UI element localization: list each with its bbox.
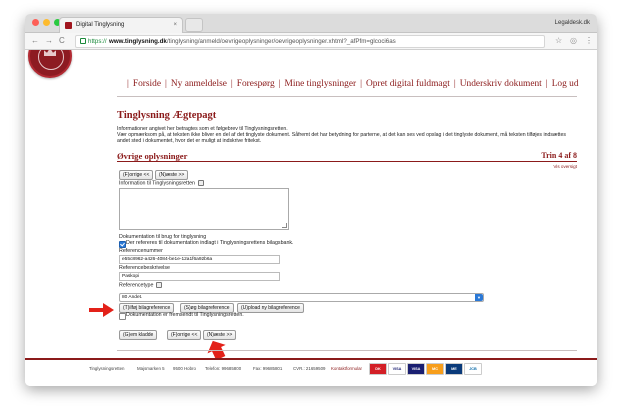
address-toolbar: ← → C https:// www.tinglysning.dk/tingly… xyxy=(25,33,597,50)
intro-line-2: Vær opmærksom på, at teksten ikke bliver… xyxy=(117,132,566,144)
nav-item-foresporg[interactable]: Forespørg xyxy=(237,79,275,89)
upload-reference-button[interactable]: (U)pload ny bilagreference xyxy=(237,303,304,313)
ref-bilagsbank-label: Der refereres til dokumentation indlagt … xyxy=(126,240,294,246)
nav-item-ny-anmeldelse[interactable]: Ny anmeldelse xyxy=(171,79,227,89)
tinglysningsretten-logo[interactable] xyxy=(28,50,72,78)
info-textarea[interactable] xyxy=(119,188,289,230)
visa-electron-icon: VISA xyxy=(407,363,425,375)
step-indicator: Trin 4 af 8 xyxy=(541,151,577,160)
footer-fax: Fax: 99685801 xyxy=(253,366,283,371)
dankort-icon: DK xyxy=(369,363,387,375)
footer-city: 9500 Hobro xyxy=(173,366,196,371)
nav-separator: | xyxy=(165,79,167,89)
ref-desc-field[interactable]: Paskopi xyxy=(119,272,280,281)
footer-phone: Telefon: 99685800 xyxy=(205,366,242,371)
ref-type-value: 80 Andet. xyxy=(122,295,143,300)
nav-item-opret-fuldmagt[interactable]: Opret digital fuldmagt xyxy=(366,79,450,89)
nav-item-log-ud[interactable]: Log ud xyxy=(552,79,579,89)
favicon-icon xyxy=(65,22,72,29)
doc-sent-checkbox[interactable] xyxy=(119,313,126,320)
footer-org: Tinglysningsretten xyxy=(89,366,125,371)
ref-type-label-text: Referencetype xyxy=(119,282,154,289)
lock-icon xyxy=(80,38,86,44)
intro-text: Informationer angivet her betragtes som … xyxy=(117,126,577,144)
previous-button[interactable]: (F)orrige << xyxy=(119,170,154,180)
url-text: www.tinglysning.dk/tinglysning/anmeld/oe… xyxy=(109,36,396,47)
minimize-window-button[interactable] xyxy=(43,19,50,26)
browser-menu-icon[interactable]: ⋮ xyxy=(585,33,593,49)
help-icon[interactable] xyxy=(197,180,204,186)
nav-separator: | xyxy=(278,79,281,89)
footer-bar xyxy=(25,358,597,360)
red-arrow-shape xyxy=(89,303,114,317)
footer-cvr: CVR.: 21659509 xyxy=(293,366,326,371)
resize-handle-icon[interactable] xyxy=(282,223,287,228)
info-label-text: Information til Tinglysningsretten xyxy=(119,180,195,187)
close-window-button[interactable] xyxy=(32,19,39,26)
ref-number-label-text: Referencenummer xyxy=(119,248,163,254)
info-label: Information til Tinglysningsretten xyxy=(119,180,204,186)
url-host: www.tinglysning.dk xyxy=(109,38,167,45)
content-divider xyxy=(117,350,577,351)
previous-button-bottom[interactable]: (F)orrige << xyxy=(167,330,202,340)
tab-title: Digital Tinglysning xyxy=(76,22,125,28)
page-title: Tinglysning Ægtepagt xyxy=(117,110,217,121)
footer-address: Majsmarken 5 xyxy=(137,366,165,371)
select-chevron-icon: ▼ xyxy=(475,294,483,301)
maestro-icon: ME xyxy=(445,363,463,375)
site-footer: Tinglysningsretten Majsmarken 5 9500 Hob… xyxy=(25,362,597,376)
section-divider xyxy=(117,161,577,162)
ref-bilagsbank-checkbox[interactable] xyxy=(119,241,126,248)
nav-separator: | xyxy=(453,79,456,89)
ref-type-label: Referencetype xyxy=(119,282,163,289)
nav-item-underskriv-dokument[interactable]: Underskriv dokument xyxy=(460,79,542,89)
nav-separator: | xyxy=(127,79,129,89)
mastercard-icon: MC xyxy=(426,363,444,375)
page-content: | Forside | Ny anmeldelse | Forespørg | Mine ti… xyxy=(25,50,597,386)
extension-icon[interactable]: ◎ xyxy=(570,33,577,49)
nav-separator: | xyxy=(360,79,363,89)
nav-separator: | xyxy=(230,79,233,89)
nav-separator: | xyxy=(545,79,548,89)
ref-type-select[interactable]: 80 Andet. ▼ xyxy=(119,293,484,302)
nav-item-mine-tinglysninger[interactable]: Mine tinglysninger xyxy=(285,79,357,89)
footer-contact-link[interactable]: Kontaktformular xyxy=(331,366,362,371)
visa-icon: VISA xyxy=(388,363,406,375)
next-button-bottom[interactable]: (N)æste >> xyxy=(203,330,237,340)
overview-link[interactable]: Vis oversigt xyxy=(553,164,577,169)
browser-tab[interactable]: Digital Tinglysning × xyxy=(59,17,183,33)
ref-desc-label: Referencebeskrivelse xyxy=(119,265,170,271)
doc-sent-label: Dokumentation er fremsendt til Tinglysni… xyxy=(126,312,244,318)
top-navigation: | Forside | Ny anmeldelse | Forespørg | Mine ti… xyxy=(123,79,579,89)
browser-window: Digital Tinglysning × Legaldesk.dk ← → C… xyxy=(25,14,597,386)
ref-number-label: Referencenummer xyxy=(119,248,163,254)
back-arrow-icon[interactable]: ← xyxy=(31,33,39,49)
nav-item-forside[interactable]: Forside xyxy=(133,79,161,89)
help-icon[interactable] xyxy=(156,282,163,288)
nav-divider xyxy=(117,96,577,97)
url-bar[interactable]: https:// www.tinglysning.dk/tinglysning/… xyxy=(75,35,545,48)
red-arrow-icon xyxy=(89,303,114,317)
url-path: /tinglysning/anmeld/oevrigeoplysninger/o… xyxy=(166,38,396,45)
save-draft-button[interactable]: (G)em kladde xyxy=(119,330,158,340)
ref-number-field[interactable]: e55c8962-a426-4084-be1e-12a1f6a92b6a xyxy=(119,255,280,264)
reload-icon[interactable]: C xyxy=(59,33,65,49)
tab-close-icon[interactable]: × xyxy=(173,18,177,33)
forward-arrow-icon[interactable]: → xyxy=(45,33,53,49)
bookmark-star-icon[interactable]: ☆ xyxy=(555,33,562,49)
next-button[interactable]: (N)æste >> xyxy=(155,170,189,180)
tab-bar: Digital Tinglysning × Legaldesk.dk xyxy=(25,14,597,33)
jcb-icon: JCB xyxy=(464,363,482,375)
new-tab-button[interactable] xyxy=(185,18,203,32)
url-scheme: https:// xyxy=(88,38,107,45)
section-title: Øvrige oplysninger xyxy=(117,151,188,161)
profile-name[interactable]: Legaldesk.dk xyxy=(555,14,590,32)
